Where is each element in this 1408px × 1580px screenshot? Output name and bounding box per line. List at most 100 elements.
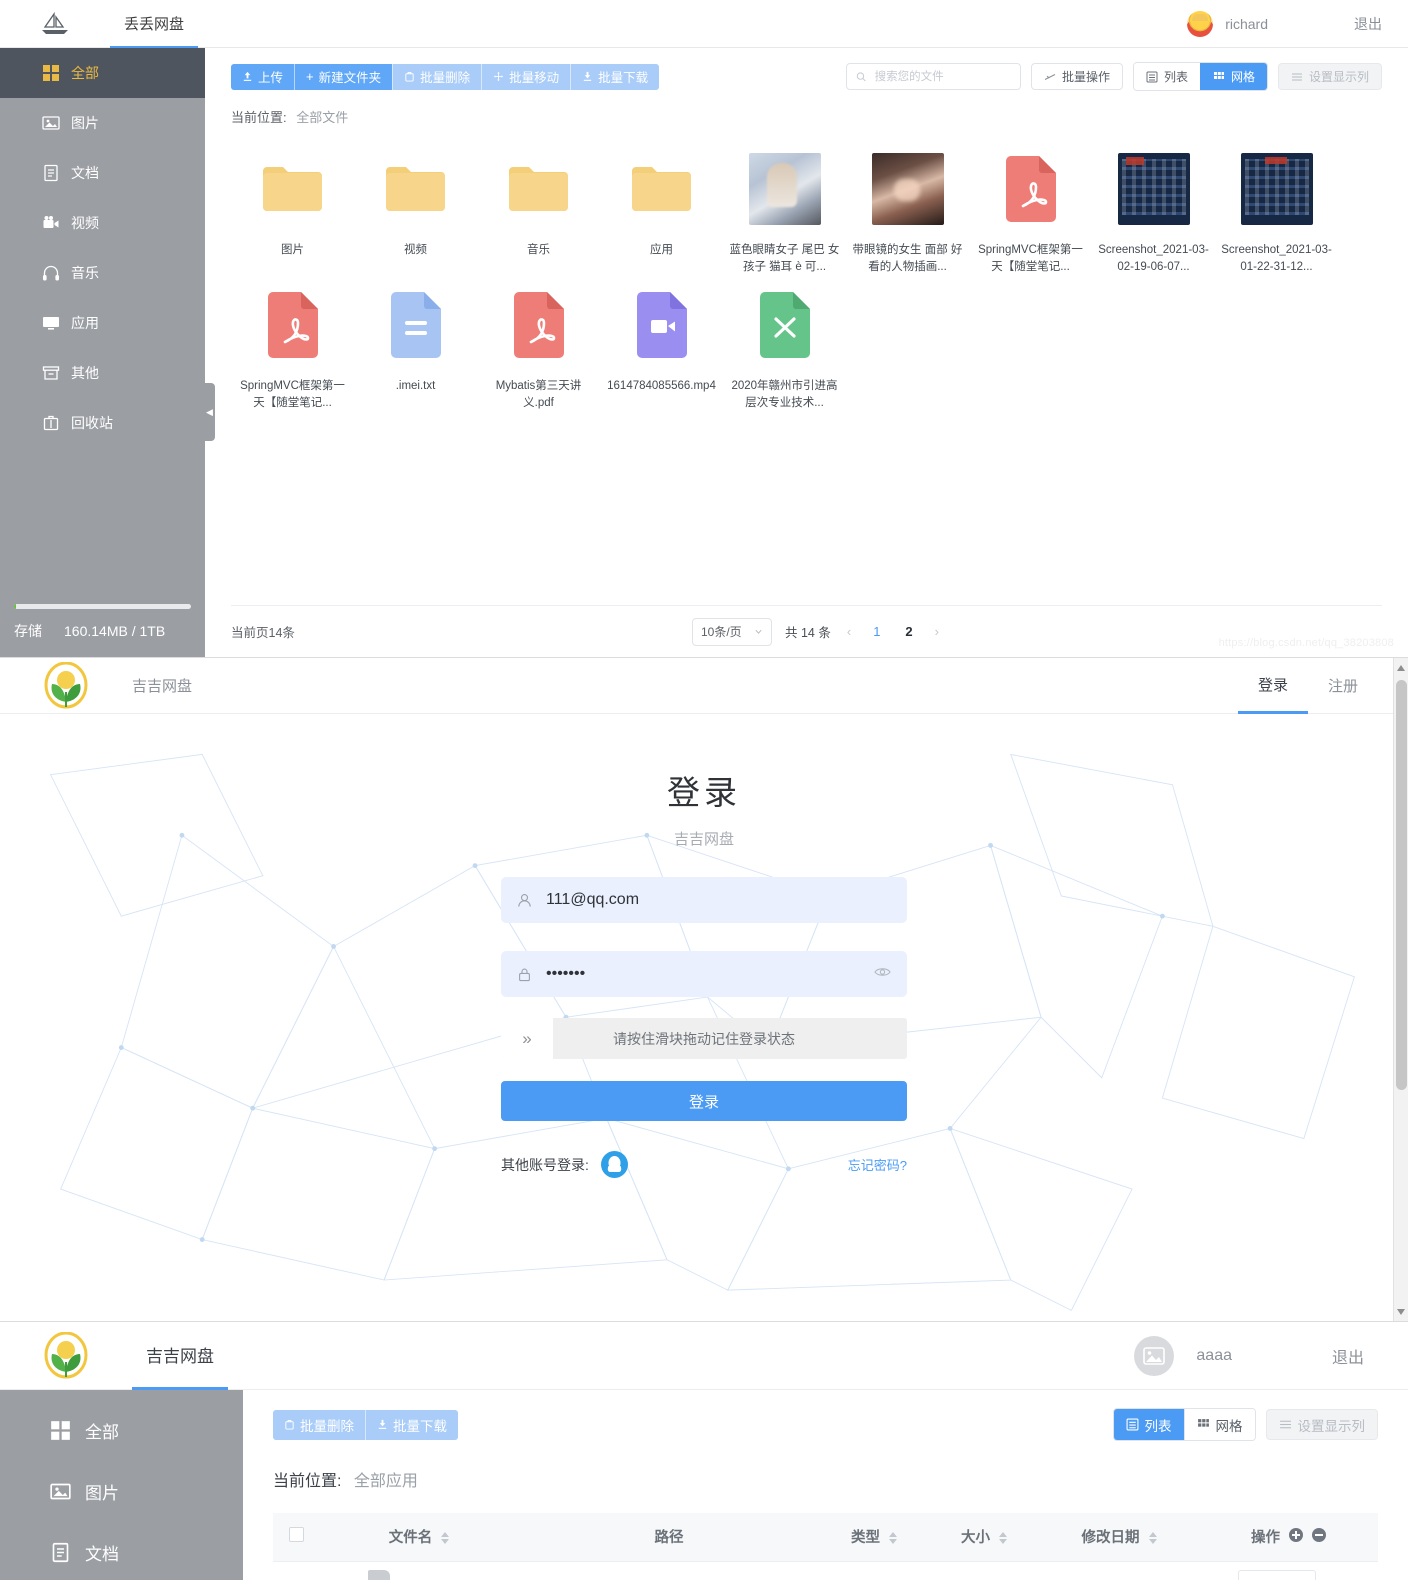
expand-all-icon[interactable]	[1289, 1528, 1303, 1543]
login-card: 登录 吉吉网盘 111@qq.com » 请按住滑块拖动记住登录状态 登录 其他…	[501, 714, 907, 1178]
password-field[interactable]	[501, 951, 907, 997]
batch-delete-button-label: 批量删除	[420, 71, 471, 85]
file-card[interactable]: 音乐	[477, 140, 600, 276]
column-label: 修改日期	[1081, 1530, 1140, 1547]
file-card[interactable]: 带眼镜的女生 面部 好看的人物插画...	[846, 140, 969, 276]
collapse-all-icon[interactable]	[1312, 1528, 1327, 1543]
logout-button[interactable]: 退出	[1354, 14, 1382, 34]
forgot-password-link[interactable]: 忘记密码?	[848, 1155, 907, 1174]
sidebar-item-all[interactable]: 全部	[0, 48, 205, 98]
view-list-button[interactable]: 列表	[1113, 1409, 1184, 1440]
email-input[interactable]	[544, 890, 891, 910]
sprout-logo-icon	[44, 1331, 88, 1378]
columns-settings-icon	[1279, 1420, 1291, 1429]
file-card[interactable]: SpringMVC框架第一天【随堂笔记...	[231, 276, 354, 412]
upload-button[interactable]: 上传	[231, 63, 295, 90]
sidebar-item-images[interactable]: 图片	[0, 1461, 243, 1522]
set-columns-button[interactable]: 设置显示列	[1265, 1409, 1378, 1440]
column-header-filename[interactable]: 文件名	[319, 1513, 519, 1562]
batch-operations-label: 批量操作	[1061, 70, 1110, 84]
sidebar-item-label: 文档	[71, 165, 99, 181]
file-card[interactable]: Mybatis第三天讲义.pdf	[477, 276, 600, 412]
row-action-button[interactable]	[1238, 1569, 1316, 1580]
batch-delete-button[interactable]: 批量删除	[392, 63, 482, 90]
image-thumbnail	[871, 153, 944, 225]
breadcrumb: 当前位置: 全部应用	[273, 1467, 1378, 1491]
panel1-footer: 当前页14条 10条/页 共 14 条 ‹ 1 2 ›	[231, 605, 1382, 657]
auth-tabs: 登录 注册	[1237, 658, 1378, 714]
sidebar-item-images[interactable]: 图片	[0, 98, 205, 148]
logout-button[interactable]: 退出	[1332, 1344, 1364, 1368]
vertical-scrollbar[interactable]	[1393, 658, 1408, 1321]
file-card[interactable]: 视频	[354, 140, 477, 276]
batch-download-button[interactable]: 批量下载	[365, 1409, 458, 1440]
file-card[interactable]: 应用	[600, 140, 723, 276]
qq-login-button[interactable]	[600, 1151, 628, 1178]
toggle-password-visibility-icon[interactable]	[874, 965, 891, 983]
column-header-type[interactable]: 类型	[819, 1513, 929, 1562]
column-header-modified-date[interactable]: 修改日期	[1039, 1513, 1199, 1562]
next-page-button[interactable]: ›	[932, 624, 942, 639]
page-button-1[interactable]: 1	[867, 624, 886, 639]
view-grid-button[interactable]: 网格	[1183, 1409, 1255, 1440]
panel3-brand-tab[interactable]: 吉吉网盘	[132, 1322, 228, 1390]
password-input[interactable]	[544, 964, 862, 984]
scroll-down-arrow-icon[interactable]	[1397, 1309, 1405, 1315]
set-columns-button[interactable]: 设置显示列	[1277, 63, 1382, 90]
view-grid-button[interactable]: 网格	[1199, 63, 1267, 90]
sidebar-item-other[interactable]: 其他	[0, 348, 205, 398]
file-card[interactable]: 1614784085566.mp4	[600, 276, 723, 412]
batch-operations-button[interactable]: 批量操作	[1030, 63, 1123, 90]
file-card[interactable]: 图片	[231, 140, 354, 276]
sidebar-item-apps[interactable]: 应用	[0, 298, 205, 348]
pdf-file-icon	[1005, 156, 1056, 222]
batch-move-button[interactable]: 批量移动	[481, 63, 571, 90]
avatar[interactable]	[1134, 1335, 1175, 1376]
sort-icon[interactable]	[889, 1532, 898, 1545]
scroll-up-arrow-icon[interactable]	[1397, 665, 1405, 671]
new-folder-button[interactable]: + 新建文件夹	[294, 63, 393, 90]
file-card[interactable]: Screenshot_2021-03-01-22-31-12...	[1215, 140, 1338, 276]
tab-login[interactable]: 登录	[1237, 658, 1308, 714]
column-header-path[interactable]: 路径	[519, 1513, 819, 1562]
batch-delete-button[interactable]: 批量删除	[273, 1409, 365, 1440]
sidebar-item-music[interactable]: 音乐	[0, 248, 205, 298]
file-name: SpringMVC框架第一天【随堂笔记...	[978, 244, 1083, 273]
trash-icon	[405, 72, 414, 82]
table-row[interactable]	[273, 1562, 1378, 1580]
file-card[interactable]: .imei.txt	[354, 276, 477, 412]
batch-download-button[interactable]: 批量下载	[570, 63, 660, 90]
scrollbar-thumb[interactable]	[1396, 680, 1407, 1090]
login-submit-button[interactable]: 登录	[501, 1081, 907, 1121]
page-size-select[interactable]: 10条/页	[691, 617, 772, 646]
select-all-header	[273, 1513, 319, 1562]
page-button-2[interactable]: 2	[899, 624, 918, 639]
view-list-button[interactable]: 列表	[1133, 63, 1200, 90]
tab-register[interactable]: 注册	[1308, 658, 1378, 714]
panel1-brand-tab[interactable]: 丢丢网盘	[110, 1, 199, 48]
file-card[interactable]: 蓝色眼睛女子 尾巴 女孩子 猫耳 è 可...	[723, 140, 846, 276]
avatar[interactable]	[1187, 10, 1214, 37]
file-card[interactable]: Screenshot_2021-03-02-19-06-07...	[1092, 140, 1215, 276]
select-all-checkbox[interactable]	[288, 1527, 304, 1543]
sidebar-item-videos[interactable]: 视频	[0, 198, 205, 248]
lock-icon	[519, 968, 530, 981]
search-box[interactable]	[845, 63, 1021, 90]
sidebar-item-all[interactable]: 全部	[0, 1400, 243, 1461]
file-card[interactable]: 2020年赣州市引进高层次专业技术...	[723, 276, 846, 412]
search-input[interactable]	[872, 69, 1011, 84]
sidebar-item-documents[interactable]: 文档	[0, 1522, 243, 1580]
slider-captcha[interactable]: » 请按住滑块拖动记住登录状态	[501, 1018, 907, 1059]
sort-icon[interactable]	[441, 1532, 450, 1545]
folder-icon	[632, 167, 691, 211]
email-field[interactable]	[501, 877, 907, 923]
file-card[interactable]: SpringMVC框架第一天【随堂笔记...	[969, 140, 1092, 276]
column-header-size[interactable]: 大小	[929, 1513, 1039, 1562]
sort-icon[interactable]	[1148, 1532, 1157, 1545]
sort-icon[interactable]	[999, 1532, 1008, 1545]
sidebar-item-recycle-bin[interactable]: 回收站	[0, 398, 205, 448]
prev-page-button[interactable]: ‹	[844, 624, 854, 639]
column-label: 文件名	[388, 1530, 433, 1547]
move-icon	[494, 71, 504, 82]
sidebar-item-documents[interactable]: 文档	[0, 148, 205, 198]
